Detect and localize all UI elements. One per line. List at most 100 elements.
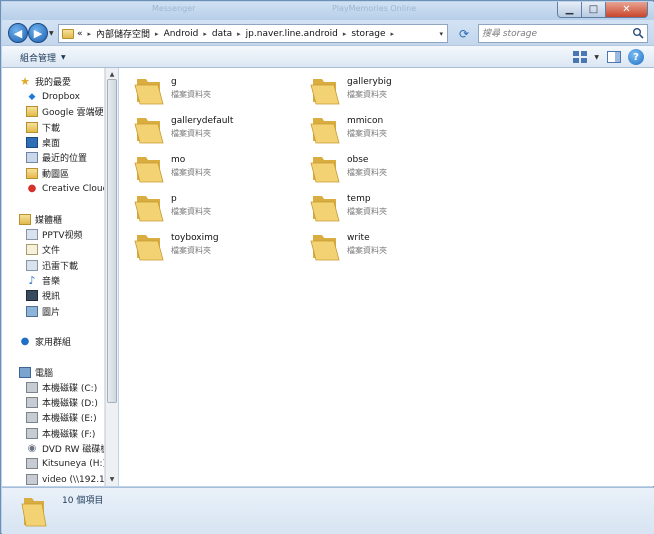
back-arrow-icon: ◀: [13, 26, 23, 40]
breadcrumb-separator[interactable]: ▸: [203, 30, 207, 38]
sidebar-item-pptv[interactable]: PPTV视频: [26, 227, 83, 242]
folder-item[interactable]: gallerybig 檔案資料夾: [310, 77, 460, 111]
sidebar-item-network-video[interactable]: video (\\192.168: [26, 472, 104, 486]
sidebar-header-libraries[interactable]: 媒體櫃: [19, 212, 62, 227]
back-button[interactable]: ◀: [8, 23, 28, 43]
sidebar-item-drive-e[interactable]: 本機磁碟 (E:): [26, 410, 97, 425]
breadcrumb-separator[interactable]: ▸: [237, 30, 241, 38]
breadcrumb-item[interactable]: jp.naver.line.android: [246, 29, 338, 39]
sidebar-item-thunder-downloads[interactable]: 迅雷下載: [26, 258, 78, 273]
sidebar-item-drive-f[interactable]: 本機磁碟 (F:): [26, 426, 95, 441]
breadcrumb-separator[interactable]: ▸: [391, 30, 395, 38]
sidebar-item-dvd-drive[interactable]: ◉ DVD RW 磁碟機: [26, 441, 105, 456]
folder-item[interactable]: toyboximg 檔案資料夾: [134, 233, 284, 267]
title-bar[interactable]: Messenger PlayMemories Online ▁ □ ✕: [2, 2, 654, 20]
search-input[interactable]: [482, 27, 627, 40]
sidebar-item-dropbox[interactable]: ◆ Dropbox: [26, 89, 80, 104]
folder-item[interactable]: mmicon 檔案資料夾: [310, 116, 460, 150]
sidebar-item-creative-cloud[interactable]: ● Creative Cloud F: [26, 181, 104, 196]
maximize-button[interactable]: □: [582, 2, 606, 18]
sidebar-item-label: Kitsuneya (H:): [42, 458, 105, 469]
help-icon: ?: [633, 51, 639, 63]
breadcrumb-separator[interactable]: ▸: [88, 30, 92, 38]
folder-type: 檔案資料夾: [171, 246, 211, 255]
sidebar-header-favorites[interactable]: ★ 我的最愛: [19, 74, 71, 89]
address-bar[interactable]: « ▸ 內部儲存空間 ▸ Android ▸ data ▸ jp.naver.l…: [58, 24, 448, 43]
sidebar-item-label: 視訊: [42, 292, 61, 302]
sidebar-header-computer[interactable]: 電腦: [19, 365, 53, 380]
folder-icon: [310, 157, 340, 183]
breadcrumb-item[interactable]: 內部儲存空間: [96, 27, 150, 40]
sidebar-item-label: 最近的位置: [42, 154, 88, 164]
sidebar-item-downloads[interactable]: 下載: [26, 120, 60, 135]
drive-icon: [26, 397, 38, 408]
folder-item[interactable]: mo 檔案資料夾: [134, 155, 284, 189]
search-icon[interactable]: [632, 27, 644, 39]
organize-button[interactable]: 組合管理 ▼: [20, 51, 66, 64]
sidebar-item-label: 桌面: [42, 139, 61, 149]
window-controls: ▁ □ ✕: [557, 2, 648, 18]
folder-name: mmicon: [347, 116, 384, 126]
sidebar-header-label: 家用群組: [35, 338, 72, 348]
star-icon: ★: [20, 75, 30, 88]
sidebar-item-recent-places[interactable]: 最近的位置: [26, 150, 87, 165]
breadcrumb-separator[interactable]: ▸: [155, 30, 159, 38]
folder-item[interactable]: obse 檔案資料夾: [310, 155, 460, 189]
view-dropdown[interactable]: ▼: [594, 54, 599, 61]
sidebar-item-kitsuneya[interactable]: Kitsuneya (H:): [26, 456, 105, 471]
sidebar-item-drive-d[interactable]: 本機磁碟 (D:): [26, 395, 98, 410]
breadcrumb-item[interactable]: data: [212, 29, 232, 39]
breadcrumb-item[interactable]: storage: [351, 29, 385, 39]
sidebar-item-label: 本機磁碟 (C:): [42, 384, 98, 394]
scroll-down-arrow-icon[interactable]: ▼: [106, 473, 118, 486]
sidebar-item-label: 音樂: [42, 277, 61, 287]
navigation-scrollbar[interactable]: ▲ ▼: [105, 68, 118, 486]
breadcrumb-separator[interactable]: ▸: [343, 30, 347, 38]
computer-icon: [19, 367, 31, 378]
sidebar-item-label: 本機磁碟 (F:): [42, 430, 96, 440]
sidebar-item-animations[interactable]: 動圖區: [26, 166, 69, 181]
sidebar-item-drive-c[interactable]: 本機磁碟 (C:): [26, 380, 97, 395]
sidebar-item-pictures[interactable]: 圖片: [26, 304, 60, 319]
address-history-dropdown[interactable]: ▾: [439, 30, 443, 38]
sidebar-item-videos[interactable]: 視訊: [26, 288, 60, 303]
close-button[interactable]: ✕: [606, 2, 648, 18]
folder-item[interactable]: gallerydefault 檔案資料夾: [134, 116, 284, 150]
folder-name: gallerybig: [347, 77, 392, 87]
sidebar-item-music[interactable]: ♪ 音樂: [26, 273, 60, 288]
drive-icon: [26, 458, 38, 469]
views-icon: [572, 51, 587, 63]
sidebar-item-google-drive[interactable]: Google 雲端硬碟: [26, 104, 104, 119]
sidebar-item-documents[interactable]: 文件: [26, 242, 60, 257]
sidebar-header-homegroup[interactable]: ● 家用群組: [19, 334, 71, 349]
folder-icon: [62, 28, 74, 39]
folder-item[interactable]: write 檔案資料夾: [310, 233, 460, 267]
folder-item[interactable]: p 檔案資料夾: [134, 194, 284, 228]
folder-item[interactable]: temp 檔案資料夾: [310, 194, 460, 228]
folder-icon: [310, 118, 340, 144]
refresh-button[interactable]: ⟳: [454, 25, 474, 43]
videos-icon: [26, 290, 38, 301]
sidebar-item-label: PPTV视频: [42, 231, 83, 241]
sidebar-item-label: Google 雲端硬碟: [42, 108, 104, 118]
minimize-button[interactable]: ▁: [557, 2, 582, 18]
drive-icon: [26, 412, 38, 423]
preview-pane-icon: [606, 51, 621, 63]
folder-item[interactable]: g 檔案資料夾: [134, 77, 284, 111]
folder-name: gallerydefault: [171, 116, 234, 126]
sidebar-header-label: 媒體櫃: [35, 216, 63, 226]
breadcrumb-item[interactable]: Android: [164, 29, 199, 39]
homegroup-icon: ●: [20, 336, 30, 347]
scrollbar-thumb[interactable]: [107, 79, 117, 403]
change-view-button[interactable]: [571, 50, 588, 65]
folder-icon: [21, 498, 47, 527]
help-button[interactable]: ?: [628, 49, 644, 65]
sidebar-item-desktop[interactable]: 桌面: [26, 135, 60, 150]
breadcrumb-overflow[interactable]: «: [77, 29, 83, 39]
preview-pane-button[interactable]: [605, 50, 622, 65]
sidebar-item-label: DVD RW 磁碟機: [42, 445, 105, 455]
forward-button[interactable]: ▶: [28, 23, 48, 43]
command-bar: 組合管理 ▼ ▼ ?: [2, 45, 654, 68]
recent-pages-dropdown[interactable]: ▼: [49, 30, 54, 37]
folder-name: write: [347, 233, 370, 243]
